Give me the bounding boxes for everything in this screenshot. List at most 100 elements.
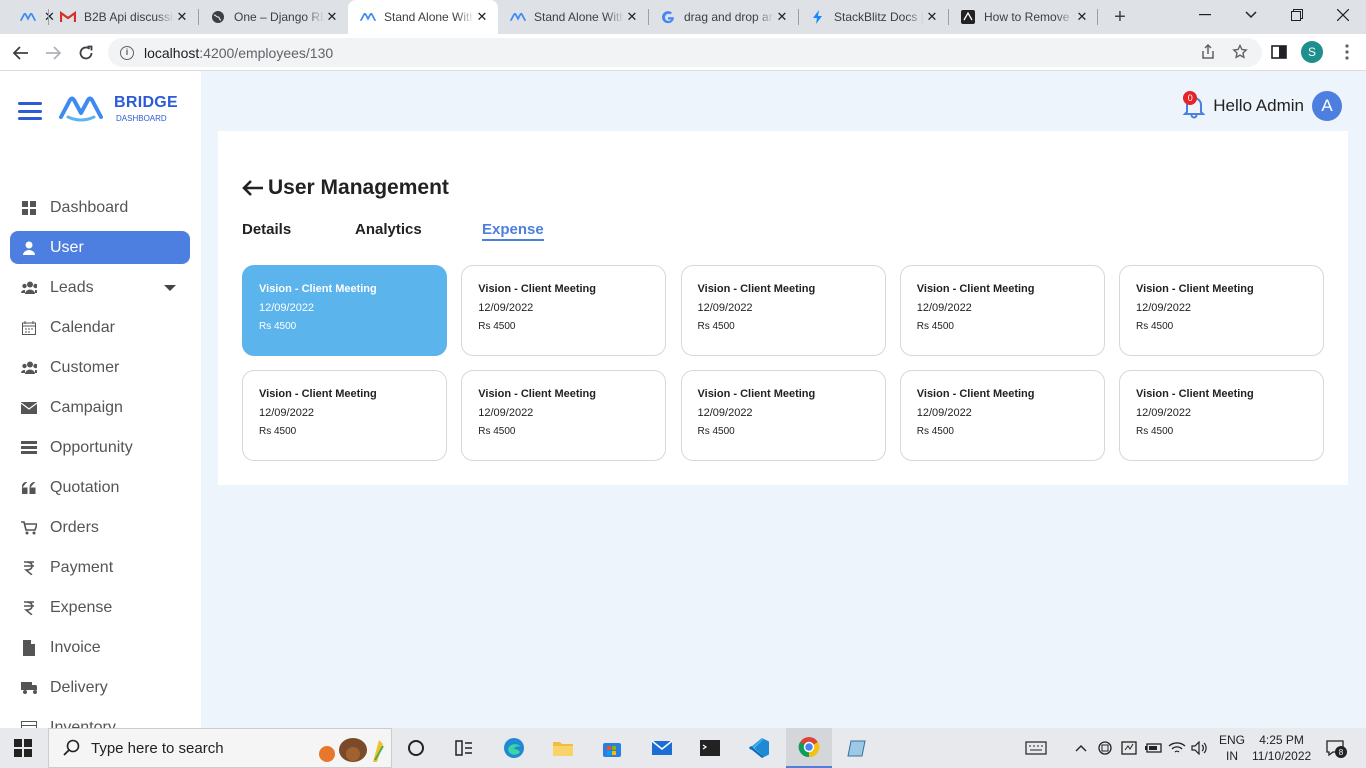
- reload-button[interactable]: [73, 40, 99, 66]
- new-tab-button[interactable]: +: [1108, 5, 1132, 29]
- close-tab-icon[interactable]: ✕: [624, 9, 640, 25]
- sidebar-item-leads[interactable]: Leads: [10, 271, 190, 304]
- app-logo[interactable]: BRIDGE DASHBOARD: [58, 93, 178, 123]
- clock-date: 11/10/2022: [1252, 749, 1312, 763]
- microsoft-store-icon[interactable]: [600, 736, 624, 760]
- tab-separator: [48, 9, 49, 25]
- expense-date: 12/09/2022: [697, 407, 753, 419]
- user-avatar[interactable]: A: [1312, 91, 1342, 121]
- close-tab-icon[interactable]: ✕: [774, 9, 790, 25]
- bookmark-star-icon[interactable]: [1231, 43, 1249, 61]
- sidebar-item-inventory[interactable]: Inventory: [10, 711, 190, 728]
- cortana-icon[interactable]: [404, 736, 428, 760]
- sidebar-item-opportunity[interactable]: Opportunity: [10, 431, 190, 464]
- page-title-text: User Management: [268, 176, 449, 199]
- hamburger-menu-icon[interactable]: [18, 102, 42, 120]
- browser-tab[interactable]: One – Django REST✕: [198, 0, 348, 34]
- sidebar-item-invoice[interactable]: Invoice: [10, 631, 190, 664]
- caret-down-icon[interactable]: [164, 285, 176, 291]
- profile-avatar[interactable]: S: [1301, 41, 1323, 63]
- chrome-taskbar-icon[interactable]: [786, 728, 832, 768]
- file-explorer-icon[interactable]: [551, 736, 575, 760]
- battery-icon[interactable]: [1142, 736, 1164, 760]
- header-user-area: 0 Hello Admin A: [1181, 91, 1342, 121]
- tab-search-button[interactable]: [1228, 0, 1274, 30]
- expense-card[interactable]: Vision - Client Meeting 12/09/2022 Rs 4500: [680, 370, 886, 461]
- expense-card[interactable]: Vision - Client Meeting 12/09/2022 Rs 4500: [242, 370, 447, 461]
- back-arrow-icon[interactable]: [242, 180, 264, 196]
- forward-button[interactable]: [40, 40, 66, 66]
- expense-title: Vision - Client Meeting: [1136, 388, 1254, 400]
- taskbar-search[interactable]: Type here to search: [48, 728, 392, 768]
- edge-icon[interactable]: [502, 736, 526, 760]
- tab-details[interactable]: Details: [242, 221, 291, 238]
- share-icon[interactable]: [1199, 43, 1217, 61]
- minimize-button[interactable]: [1182, 0, 1228, 30]
- sidebar-item-label: User: [50, 238, 84, 256]
- sidebar-item-expense[interactable]: Expense: [10, 591, 190, 624]
- close-tab-icon[interactable]: ✕: [324, 9, 340, 25]
- notepad-icon[interactable]: [846, 736, 870, 760]
- sidebar-item-calendar[interactable]: Calendar: [10, 311, 190, 344]
- expense-card[interactable]: Vision - Client Meeting 12/09/2022 Rs 4500: [461, 370, 667, 461]
- sidebar-item-quotation[interactable]: Quotation: [10, 471, 190, 504]
- keyboard-icon[interactable]: [1024, 736, 1048, 760]
- browser-tab[interactable]: ✕: [8, 0, 55, 34]
- expense-card[interactable]: Vision - Client Meeting 12/09/2022 Rs 4500: [680, 265, 886, 356]
- back-button[interactable]: [8, 40, 34, 66]
- tab-analytics[interactable]: Analytics: [355, 221, 422, 238]
- close-tab-icon[interactable]: ✕: [474, 9, 490, 25]
- close-window-button[interactable]: [1320, 0, 1366, 30]
- site-info-icon[interactable]: i: [120, 45, 134, 60]
- sidebar-item-campaign[interactable]: Campaign: [10, 391, 190, 424]
- sidebar-item-user[interactable]: User: [10, 231, 190, 264]
- input-language[interactable]: ENG IN: [1219, 732, 1245, 764]
- browser-menu-icon[interactable]: [1338, 43, 1356, 61]
- expense-date: 12/09/2022: [478, 407, 534, 419]
- close-tab-icon[interactable]: ✕: [924, 9, 940, 25]
- notification-bell[interactable]: 0: [1181, 91, 1207, 119]
- close-tab-icon[interactable]: ✕: [1074, 9, 1090, 25]
- dashboard-icon: [21, 200, 37, 216]
- action-center-icon[interactable]: 8: [1323, 736, 1347, 760]
- volume-icon[interactable]: [1189, 736, 1211, 760]
- system-clock[interactable]: 4:25 PM 11/10/2022: [1252, 732, 1311, 764]
- task-view-icon[interactable]: [452, 736, 476, 760]
- tray-expand-icon[interactable]: [1069, 736, 1093, 760]
- wifi-icon[interactable]: [1166, 736, 1188, 760]
- windows-start-icon[interactable]: [14, 739, 32, 757]
- terminal-icon[interactable]: [698, 736, 722, 760]
- tray-security-icon[interactable]: [1118, 736, 1140, 760]
- restore-button[interactable]: [1274, 0, 1320, 30]
- expense-card[interactable]: Vision - Client Meeting 12/09/2022 Rs 4500: [1119, 370, 1324, 461]
- sidebar-item-delivery[interactable]: Delivery: [10, 671, 190, 704]
- browser-tab[interactable]: drag and drop angular✕: [648, 0, 798, 34]
- browser-tab[interactable]: Stand Alone With ✕: [498, 0, 648, 34]
- inventory-icon: [21, 720, 37, 728]
- browser-tab-title: B2B Api discussion: [84, 10, 174, 24]
- close-tab-icon[interactable]: ✕: [174, 9, 190, 25]
- browser-tab[interactable]: B2B Api discussion✕: [48, 0, 198, 34]
- browser-tab[interactable]: Stand Alone With ✕: [348, 0, 498, 34]
- sidebar-item-payment[interactable]: Payment: [10, 551, 190, 584]
- thanksgiving-doodle-icon[interactable]: [317, 734, 387, 764]
- tray-app-icon[interactable]: [1094, 736, 1116, 760]
- browser-tab-title: How to Remove: [984, 10, 1070, 24]
- tab-expense[interactable]: Expense: [482, 221, 544, 241]
- expense-card[interactable]: Vision - Client Meeting 12/09/2022 Rs 4500: [461, 265, 667, 356]
- sidebar-item-customer[interactable]: Customer: [10, 351, 190, 384]
- sidebar-item-orders[interactable]: Orders: [10, 511, 190, 544]
- address-bar[interactable]: i localhost:4200/employees/130: [108, 38, 1262, 67]
- expense-card[interactable]: Vision - Client Meeting 12/09/2022 Rs 4500: [899, 265, 1105, 356]
- expense-card[interactable]: Vision - Client Meeting 12/09/2022 Rs 4500: [899, 370, 1105, 461]
- sidebar-item-dashboard[interactable]: Dashboard: [10, 191, 190, 224]
- side-panel-icon[interactable]: [1270, 43, 1288, 61]
- expense-card[interactable]: Vision - Client Meeting 12/09/2022 Rs 4500: [1119, 265, 1324, 356]
- devto-icon: [960, 9, 976, 25]
- browser-tab[interactable]: How to Remove ✕: [948, 0, 1098, 34]
- url-host: localhost: [144, 44, 200, 61]
- vscode-icon[interactable]: [747, 736, 771, 760]
- expense-card[interactable]: Vision - Client Meeting 12/09/2022 Rs 4500: [242, 265, 447, 356]
- mail-icon[interactable]: [650, 736, 674, 760]
- browser-tab[interactable]: StackBlitz Docs | ✕: [798, 0, 948, 34]
